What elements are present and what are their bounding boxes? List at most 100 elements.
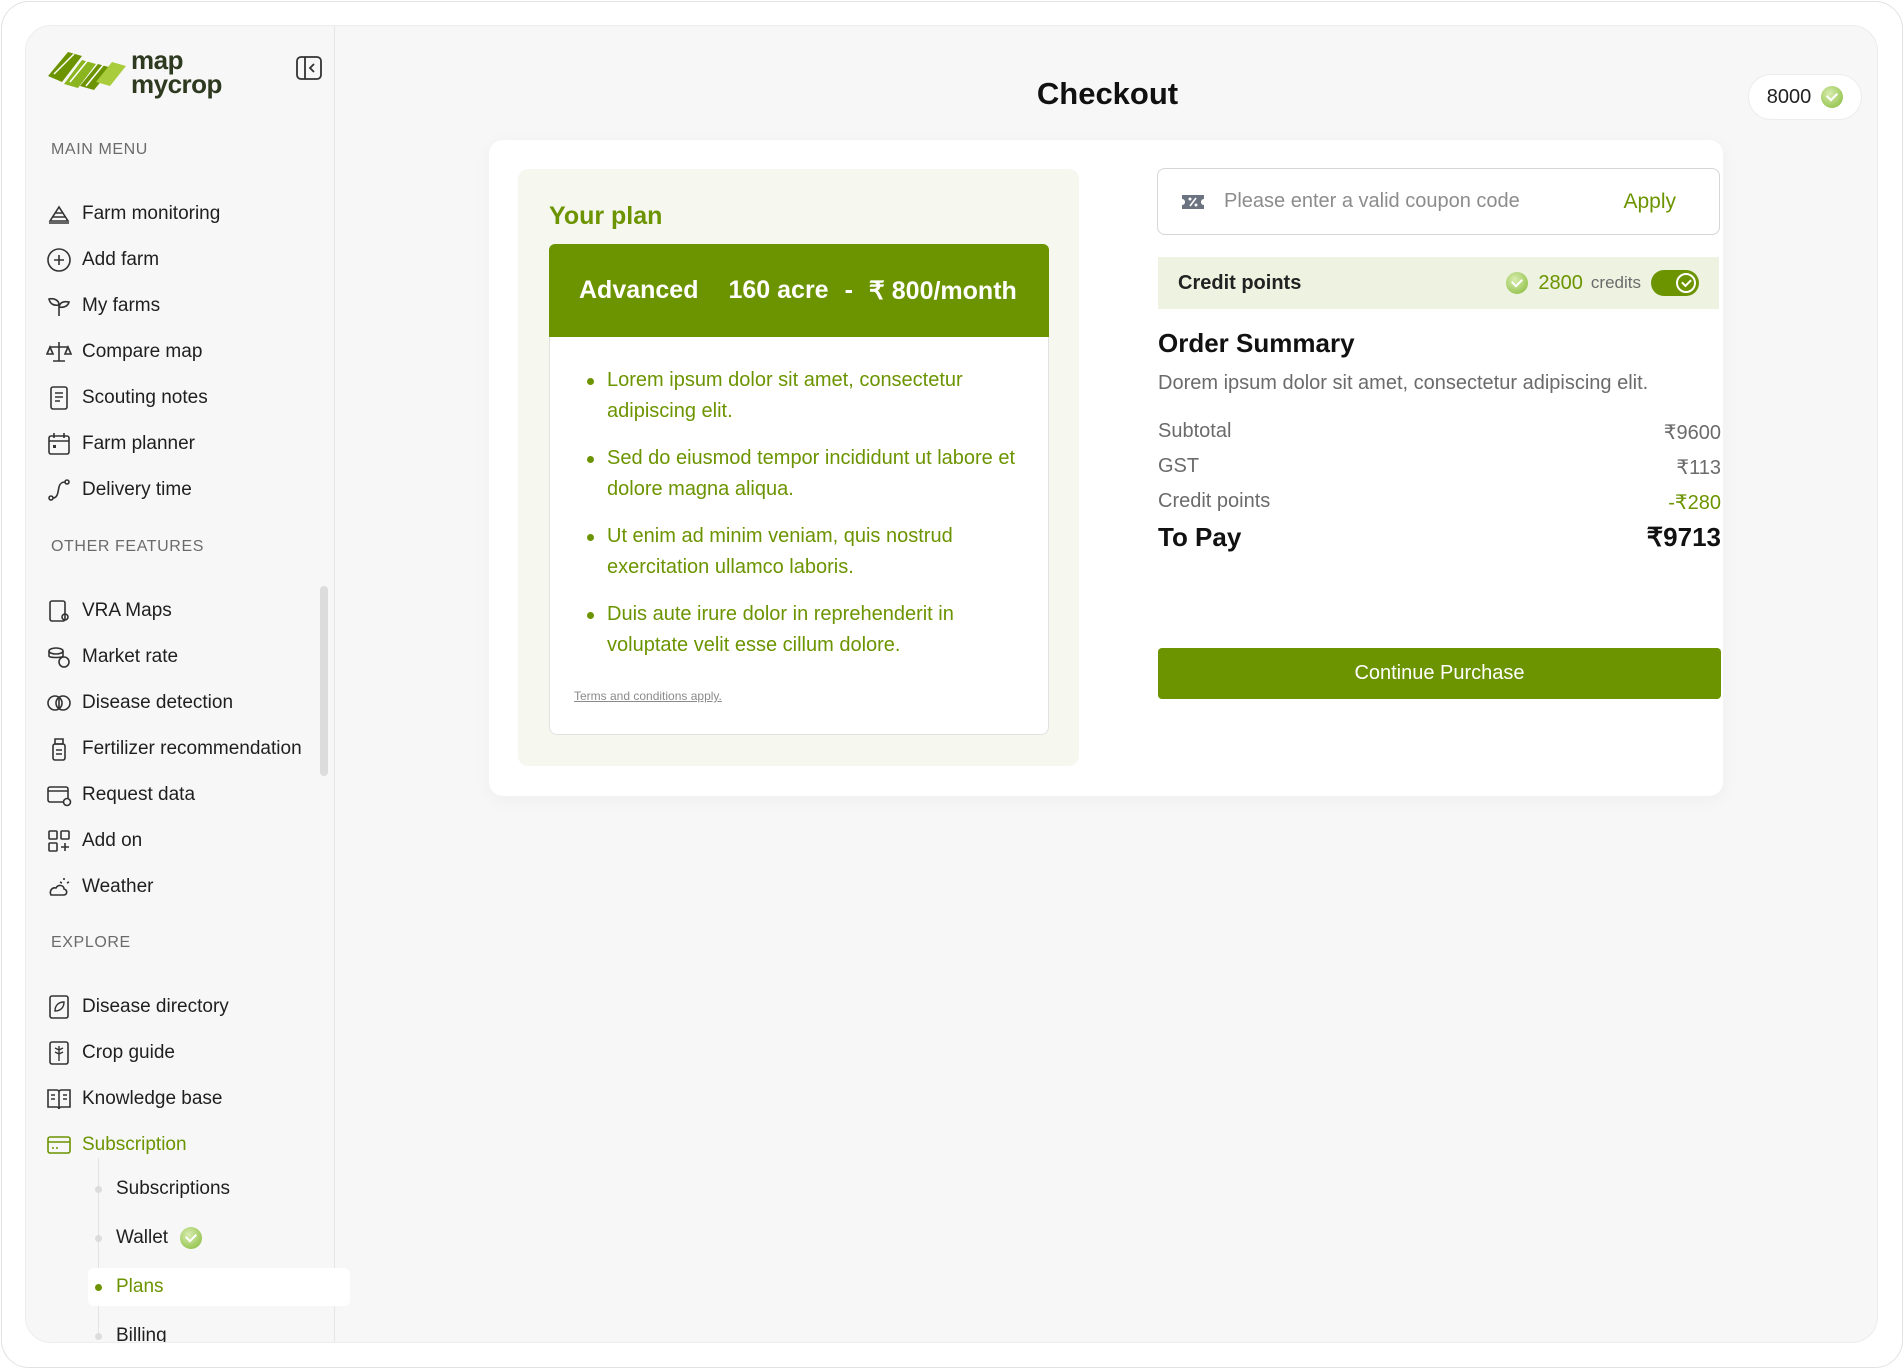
calendar-icon [46,431,72,457]
coupon-field: Apply [1157,168,1720,235]
plan-panel: Your plan Advanced 160 acre - ₹ 800/mont… [518,169,1079,766]
continue-purchase-button[interactable]: Continue Purchase [1158,648,1721,699]
summary-line-label: Subtotal [1158,420,1232,442]
sidebar-item-market-rate[interactable]: Market rate [46,637,326,677]
feature-item: Sed do eiusmod tempor incididunt ut labo… [587,443,1017,505]
checkout-card: Your plan Advanced 160 acre - ₹ 800/mont… [489,140,1723,796]
card-icon [46,1132,72,1158]
sidebar-item-farm-planner[interactable]: Farm planner [46,424,326,464]
coins-icon [46,644,72,670]
farm-icon [46,201,72,227]
plan-features-box: Lorem ipsum dolor sit amet, consectetur … [549,337,1049,735]
sidebar-item-label: Delivery time [82,479,192,500]
use-credits-toggle[interactable] [1651,270,1699,296]
feature-item: Ut enim ad minim veniam, quis nostrud ex… [587,521,1017,583]
summary-line-gst: GST ₹113 [1158,455,1721,480]
sidebar-item-weather[interactable]: Weather [46,867,326,907]
credit-coin-icon [1506,272,1529,294]
sidebar-item-delivery-time[interactable]: Delivery time [46,470,326,510]
vra-map-icon [46,598,72,624]
sidebar-item-farm-monitoring[interactable]: Farm monitoring [46,194,326,234]
sub-item-label: Wallet [116,1227,169,1248]
bullet-dot [95,1185,102,1193]
scale-icon [46,339,72,365]
sub-item-plans[interactable]: Plans [88,1268,350,1306]
app-window: map mycrop MAIN MENU Farm monitoring Add… [25,25,1878,1343]
sprout-icon [46,293,72,319]
fertilizer-icon [46,736,72,762]
sidebar-item-request-data[interactable]: Request data [46,775,326,815]
plan-name: Advanced [579,276,699,304]
sidebar-item-label: My farms [82,295,161,316]
plan-price: ₹ 800/month [868,276,1017,305]
sidebar-item-add-farm[interactable]: Add farm [46,240,326,280]
sidebar-item-my-farms[interactable]: My farms [46,286,326,326]
sidebar-item-crop-guide[interactable]: Crop guide [46,1033,326,1073]
sidebar-item-knowledge-base[interactable]: Knowledge base [46,1079,326,1119]
coupon-ticket-icon [1182,194,1204,209]
sidebar-item-label: Fertilizer recommendation [82,738,302,759]
credit-points-value: 2800 [1538,271,1583,294]
summary-line-label: Credit points [1158,490,1271,512]
sidebar-item-label: Disease directory [82,996,229,1017]
collapse-sidebar-button[interactable] [295,54,323,82]
book-icon [46,1086,72,1112]
bullet-dot [95,1234,102,1242]
feature-item: Lorem ipsum dolor sit amet, consectetur … [587,365,1017,427]
sidebar-item-label: Compare map [82,341,203,362]
credit-coin-icon [1821,86,1844,108]
plan-header-bar: Advanced 160 acre - ₹ 800/month [549,244,1049,337]
plus-circle-icon [46,247,72,273]
sidebar-item-label: Farm monitoring [82,203,221,224]
summary-total-row: To Pay ₹9713 [1158,522,1721,553]
wallet-balance-badge[interactable]: 8000 [1748,74,1862,120]
sidebar-item-vra-maps[interactable]: VRA Maps [46,591,326,631]
sidebar-item-label: Market rate [82,646,179,667]
sidebar-item-subscription[interactable]: Subscription [46,1125,326,1165]
total-value: ₹9713 [1646,522,1721,552]
sidebar-item-label: Farm planner [82,433,195,454]
sidebar-item-label: Crop guide [82,1042,175,1063]
sub-item-billing[interactable]: Billing [88,1317,350,1343]
logo-mark-icon [48,52,126,90]
summary-line-value: -₹280 [1668,492,1721,514]
logo-line-2: mycrop [131,69,222,99]
sidebar-item-label: Subscription [82,1134,187,1155]
sidebar-item-label: Add farm [82,249,160,270]
sub-item-label: Billing [116,1325,167,1343]
order-summary-description: Dorem ipsum dolor sit amet, consectetur … [1158,372,1649,394]
terms-link[interactable]: Terms and conditions apply. [574,689,722,703]
logo[interactable]: map mycrop [46,46,246,99]
plan-area: 160 acre [728,276,829,304]
sidebar-item-label: Weather [82,876,154,897]
sidebar-item-label: Request data [82,784,196,805]
coupon-input[interactable] [1224,190,1624,213]
sidebar-item-label: VRA Maps [82,600,172,621]
sidebar-item-disease-directory[interactable]: Disease directory [46,987,326,1027]
page-title: Checkout [1036,76,1179,111]
bullet-dot [95,1332,102,1340]
sidebar-item-compare-map[interactable]: Compare map [46,332,326,372]
sub-item-subscriptions[interactable]: Subscriptions [88,1170,350,1208]
summary-line-value: ₹113 [1676,457,1721,479]
plan-heading: Your plan [549,202,663,230]
sidebar-item-label: Scouting notes [82,387,208,408]
sidebar-item-disease-detection[interactable]: Disease detection [46,683,326,723]
wallet-balance-value: 8000 [1766,85,1812,108]
summary-line-credit-points: Credit points -₹280 [1158,490,1721,515]
summary-line-subtotal: Subtotal ₹9600 [1158,420,1721,445]
sidebar-item-add-on[interactable]: Add on [46,821,326,861]
feature-item: Duis aute irure dolor in reprehenderit i… [587,599,1017,661]
leaf-book-icon [46,994,72,1020]
disease-icon [46,690,72,716]
sidebar-scrollbar[interactable] [320,586,328,776]
weather-icon [46,874,72,900]
sub-item-wallet[interactable]: Wallet [88,1219,350,1257]
sidebar-item-scouting-notes[interactable]: Scouting notes [46,378,326,418]
apply-coupon-button[interactable]: Apply [1623,190,1676,214]
sidebar-item-fertilizer-recommendation[interactable]: Fertilizer recommendation [46,729,326,769]
summary-line-value: ₹9600 [1663,422,1721,444]
order-summary-title: Order Summary [1158,328,1355,358]
notes-icon [46,385,72,411]
main-menu-title: MAIN MENU [51,141,148,158]
